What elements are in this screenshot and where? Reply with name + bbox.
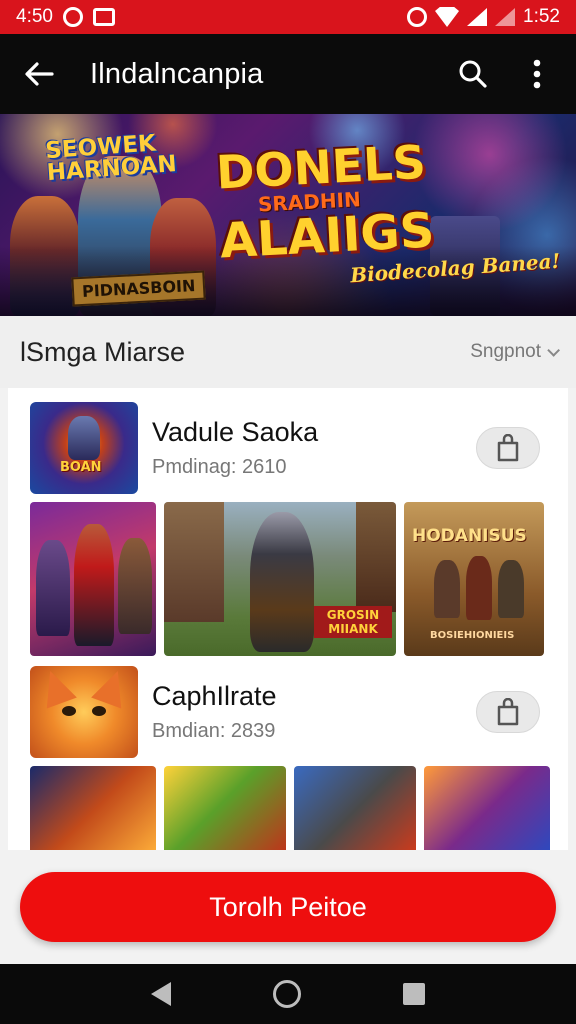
promo-banner[interactable]: SEOWEK HARNOAN DONELS SRADHIN ALAIIGS Bi… <box>0 114 576 316</box>
screenshot-hero <box>250 512 314 652</box>
screenshot-strip <box>30 766 550 850</box>
banner-main-title: DONELS SRADHIN ALAIIGS <box>214 134 436 270</box>
screenshot[interactable] <box>30 502 156 656</box>
screenshot[interactable]: GROSIN MIIANK <box>164 502 396 656</box>
screenshot-label: HODANISUS <box>412 526 527 546</box>
status-bar: 4:50 1:52 <box>0 0 576 34</box>
page-title: Ilndalncanpia <box>90 57 264 90</box>
status-left: 4:50 <box>16 6 115 28</box>
status-time: 4:50 <box>16 6 53 27</box>
screenshot-figure <box>498 560 524 618</box>
media-box-icon <box>92 8 115 26</box>
list-item[interactable]: BOAN Vadule Saoka Pmdinag: 2610 <box>8 398 568 498</box>
search-icon <box>459 60 487 88</box>
nav-back-icon[interactable] <box>151 982 171 1006</box>
screenshot[interactable] <box>424 766 550 850</box>
app-meta: Pmdinag: 2610 <box>152 456 287 478</box>
banner-small-title: SEOWEK HARNOAN <box>44 130 178 187</box>
nav-home-icon[interactable] <box>273 980 301 1008</box>
alarm-icon <box>407 7 428 27</box>
banner-title-line3: ALAIIGS <box>218 202 436 270</box>
system-nav-bar <box>0 964 576 1024</box>
sort-dropdown[interactable]: Sngpnot <box>470 341 560 363</box>
status-clock: 1:52 <box>523 6 560 27</box>
screenshot-figure <box>36 540 70 636</box>
app-icon-label: BOAN <box>60 460 102 475</box>
install-button[interactable] <box>476 427 540 469</box>
app-name: CaphIlrate <box>152 681 277 711</box>
signal-dim-icon <box>495 8 516 26</box>
screenshot-figure <box>118 538 152 634</box>
primary-action-button[interactable]: Torolh Peitoe <box>20 872 556 942</box>
app-icon-eye <box>62 706 76 716</box>
screenshot[interactable] <box>164 766 286 850</box>
nav-recents-icon[interactable] <box>403 983 425 1005</box>
app-bar-actions <box>456 57 554 91</box>
banner-title-line1: DONELS <box>214 134 428 200</box>
screenshot[interactable] <box>30 766 156 850</box>
more-button[interactable] <box>520 57 554 91</box>
screenshot-figure <box>466 556 492 620</box>
wifi-icon <box>435 7 460 27</box>
screenshot-figure <box>434 560 460 618</box>
screenshot-building <box>164 502 224 622</box>
screenshot[interactable] <box>294 766 416 850</box>
app-name: Vadule Saoka <box>152 417 319 447</box>
back-button[interactable] <box>22 57 56 91</box>
more-vert-icon <box>533 59 541 89</box>
signal-icon <box>467 8 488 26</box>
app-info: CaphIlrate Bmdian: 2839 <box>152 681 277 743</box>
app-icon-eye <box>92 706 106 716</box>
app-icon-figure <box>68 416 100 460</box>
app-icon: BOAN <box>30 402 138 494</box>
app-icon-ear <box>35 666 77 709</box>
install-button[interactable] <box>476 691 540 733</box>
shopping-bag-icon <box>497 434 519 462</box>
back-arrow-icon <box>25 62 54 86</box>
app-icon-ear <box>91 666 133 709</box>
app-icon <box>30 666 138 758</box>
screenshot-sublabel: BOSIEHIONIEIS <box>430 630 515 641</box>
screenshot-figure <box>74 524 114 646</box>
screenshot-strip: GROSIN MIIANK HODANISUS BOSIEHIONIEIS <box>30 502 544 656</box>
sort-label: Sngpnot <box>470 341 541 362</box>
section-header: lSmga Miarse Sngpnot <box>0 316 576 388</box>
app-list: BOAN Vadule Saoka Pmdinag: 2610 GROSIN M… <box>8 388 568 850</box>
notification-circle-icon <box>62 7 83 27</box>
status-right: 1:52 <box>407 6 560 28</box>
shopping-bag-icon <box>497 698 519 726</box>
app-bar: Ilndalncanpia <box>0 34 576 114</box>
app-info: Vadule Saoka Pmdinag: 2610 <box>152 417 318 479</box>
app-meta: Bmdian: 2839 <box>152 720 276 742</box>
screenshot-label: GROSIN MIIANK <box>314 606 392 638</box>
search-button[interactable] <box>456 57 490 91</box>
screenshot-building <box>356 502 396 612</box>
list-item[interactable]: CaphIlrate Bmdian: 2839 <box>8 662 568 762</box>
screenshot[interactable]: HODANISUS BOSIEHIONIEIS <box>404 502 544 656</box>
chevron-down-icon <box>547 343 560 357</box>
section-heading: lSmga Miarse <box>20 336 186 367</box>
